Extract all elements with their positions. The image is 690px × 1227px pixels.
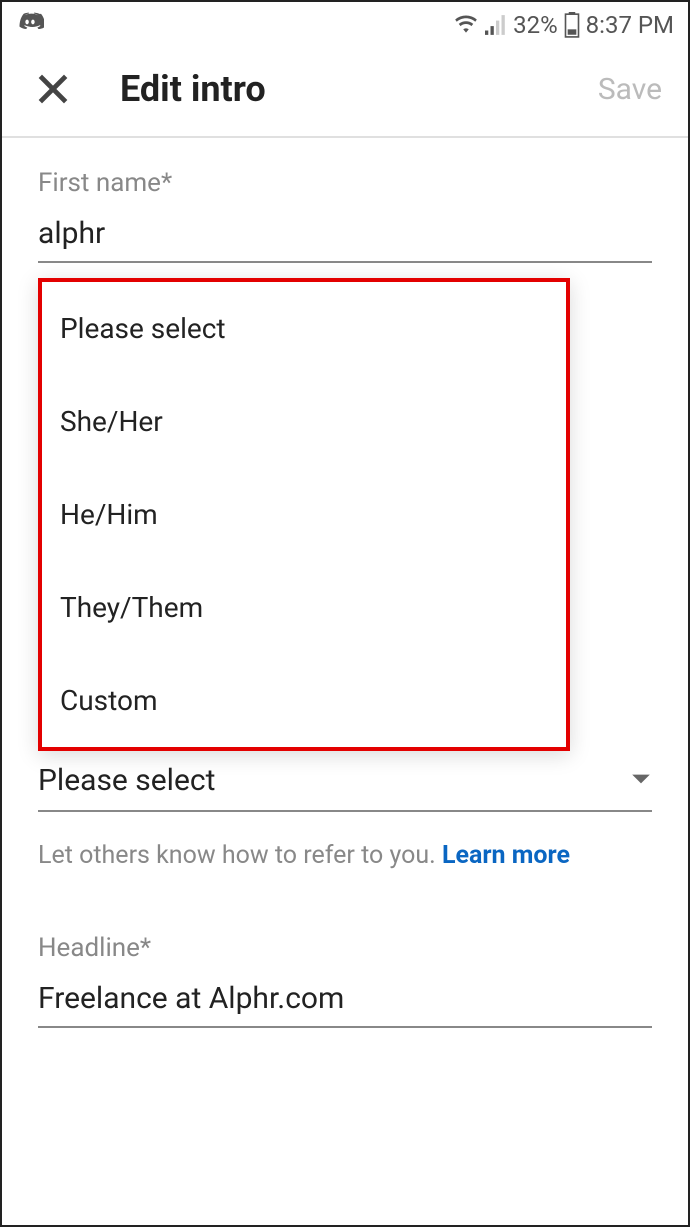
headline-field: Headline* xyxy=(38,933,652,1028)
headline-label: Headline* xyxy=(38,933,652,963)
first-name-field: First name* xyxy=(38,168,652,263)
pronoun-option-she-her[interactable]: She/Her xyxy=(42,375,566,468)
status-bar: 32% 8:37 PM xyxy=(2,2,688,46)
pronoun-select-value: Please select xyxy=(38,763,630,798)
pronoun-dropdown-popup: Please select She/Her He/Him They/Them C… xyxy=(38,278,570,751)
pronoun-select[interactable]: Please select xyxy=(38,763,652,812)
pronoun-option-they-them[interactable]: They/Them xyxy=(42,561,566,654)
pronoun-helper-text: Let others know how to refer to you. Lea… xyxy=(38,838,652,873)
pronoun-option-please-select[interactable]: Please select xyxy=(42,282,566,375)
first-name-input[interactable] xyxy=(38,210,652,263)
wifi-icon xyxy=(453,15,479,35)
caret-down-icon xyxy=(630,771,652,790)
page-title: Edit intro xyxy=(120,68,598,110)
close-button[interactable] xyxy=(34,70,72,108)
first-name-label: First name* xyxy=(38,168,652,198)
pronoun-helper-label: Let others know how to refer to you. xyxy=(38,841,442,870)
signal-icon xyxy=(485,15,507,35)
status-time: 8:37 PM xyxy=(586,11,674,39)
discord-icon xyxy=(16,11,44,39)
save-button[interactable]: Save xyxy=(598,72,662,107)
headline-input[interactable] xyxy=(38,975,652,1028)
pronoun-option-he-him[interactable]: He/Him xyxy=(42,468,566,561)
header: Edit intro Save xyxy=(2,46,688,138)
battery-icon xyxy=(564,12,580,38)
form-content: First name* Please select She/Her He/Him… xyxy=(2,138,688,1028)
learn-more-link[interactable]: Learn more xyxy=(442,841,570,870)
battery-percent-text: 32% xyxy=(513,11,558,39)
pronoun-option-custom[interactable]: Custom xyxy=(42,654,566,747)
